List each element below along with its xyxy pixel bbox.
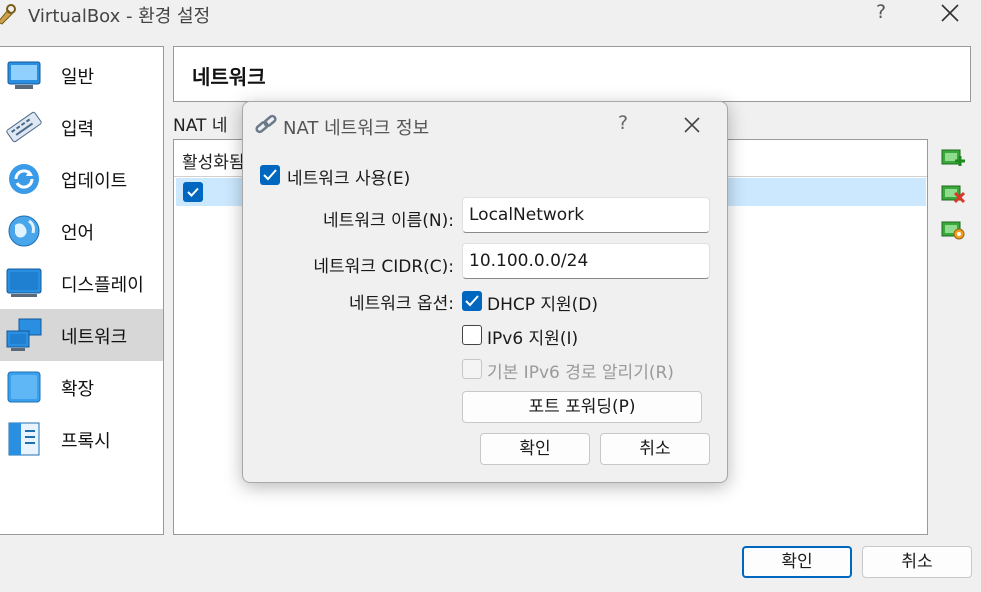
sidebar-item-label: 네트워크 [61,327,128,348]
enable-network-checkbox[interactable] [260,165,280,185]
remove-network-button[interactable] [940,182,966,206]
cancel-button[interactable]: 취소 [862,546,972,578]
dhcp-checkbox[interactable] [462,291,482,311]
enable-network-label[interactable]: 네트워크 사용(E) [287,164,410,189]
remove-network-icon [941,185,966,204]
proxy-icon [5,421,43,457]
network-name-field[interactable] [462,197,710,233]
general-icon [5,57,43,93]
edit-network-button[interactable] [940,218,966,242]
network-options-label: 네트워크 옵션: [349,294,454,314]
sidebar-item-label: 업데이트 [61,171,128,192]
virtualbox-app-icon [0,2,18,26]
sidebar-item-network[interactable]: 네트워크 [0,309,163,361]
settings-sidebar: 일반 입력 업데이트 언어 디스플레이 네트워크 확장 프록시 [0,46,164,535]
network-icon [5,317,43,353]
nat-networks-label: NAT 네 [173,116,228,136]
page-header: 네트워크 [173,46,971,102]
page-title: 네트워크 [192,65,266,89]
check-icon [263,169,277,181]
close-icon [941,4,959,22]
ok-button[interactable]: 확인 [742,546,852,578]
sidebar-item-label: 언어 [61,223,95,244]
check-icon [465,295,479,307]
column-header-label: 활성화됨 [182,153,245,173]
window-titlebar: VirtualBox - 환경 설정 ? [0,0,981,30]
globe-icon [5,213,43,249]
dialog-title: NAT 네트워크 정보 [283,118,430,139]
dialog-cancel-button[interactable]: 취소 [600,433,710,465]
sidebar-item-label: 프록시 [61,431,111,452]
add-network-button[interactable] [940,146,966,170]
sidebar-item-language[interactable]: 언어 [0,205,163,257]
port-forwarding-button[interactable]: 포트 포워딩(P) [462,391,702,423]
ipv6-default-route-label: 기본 IPv6 경로 알리기(R) [487,363,674,383]
row-enabled-checkbox[interactable] [183,182,203,202]
sidebar-item-label: 일반 [61,67,95,88]
sidebar-item-label: 확장 [61,379,95,400]
link-icon [253,112,279,136]
sidebar-item-input[interactable]: 입력 [0,101,163,153]
ipv6-default-route-checkbox [462,359,482,379]
nat-network-dialog: NAT 네트워크 정보 ? 네트워크 사용(E) 네트워크 이름(N): 네트워… [242,101,728,483]
extension-icon [5,369,43,405]
sidebar-item-extensions[interactable]: 확장 [0,361,163,413]
dhcp-label[interactable]: DHCP 지원(D) [487,290,598,315]
add-network-icon [941,149,965,166]
network-cidr-field[interactable] [462,243,710,279]
sidebar-item-proxy[interactable]: 프록시 [0,413,163,465]
sidebar-item-update[interactable]: 업데이트 [0,153,163,205]
close-button[interactable] [936,0,964,26]
edit-network-icon [941,221,965,240]
update-icon [5,161,43,197]
sidebar-item-label: 디스플레이 [61,275,144,296]
network-cidr-label: 네트워크 CIDR(C): [313,257,454,277]
help-button[interactable]: ? [870,1,892,25]
dialog-close-button[interactable] [681,114,703,136]
dialog-ok-button[interactable]: 확인 [480,433,590,465]
keyboard-icon [5,109,43,145]
dialog-help-button[interactable]: ? [613,112,633,134]
network-name-label: 네트워크 이름(N): [323,211,454,231]
sidebar-item-general[interactable]: 일반 [0,49,163,101]
window-title: VirtualBox - 환경 설정 [28,6,211,27]
sidebar-item-display[interactable]: 디스플레이 [0,257,163,309]
close-icon [684,117,700,133]
sidebar-item-label: 입력 [61,119,95,140]
display-icon [5,265,43,301]
ipv6-label[interactable]: IPv6 지원(I) [487,324,578,349]
check-icon [187,187,199,197]
ipv6-checkbox[interactable] [462,325,482,345]
